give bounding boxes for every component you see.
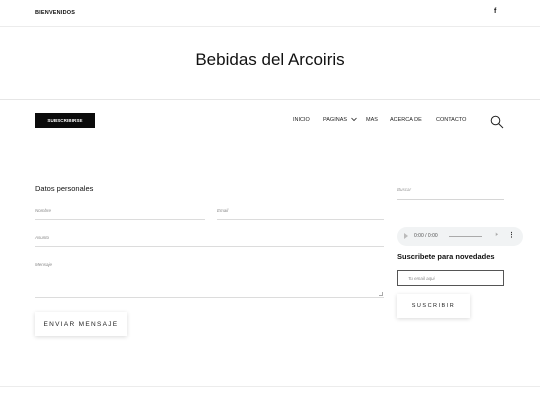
resize-handle[interactable] bbox=[379, 292, 383, 296]
more-options-icon[interactable]: ⋮ bbox=[508, 231, 515, 239]
nav-item-paginas-label: PAGINAS bbox=[323, 117, 348, 123]
name-field[interactable]: Nombre bbox=[35, 208, 205, 220]
audio-time: 0:00 / 0:00 bbox=[414, 233, 438, 239]
message-field[interactable]: Mensaje bbox=[35, 262, 384, 298]
site-title[interactable]: Bebidas del Arcoiris bbox=[0, 50, 540, 70]
nav-item-acerca[interactable]: ACERCA DE bbox=[390, 117, 422, 123]
main-navbar: SUBSCRIBIRSE INICIO PAGINAS MAS ACERCA D… bbox=[0, 99, 540, 143]
nav-item-contacto[interactable]: CONTACTO bbox=[436, 117, 466, 123]
welcome-text: BIENVENIDOS bbox=[35, 10, 76, 16]
newsletter-subscribe-button[interactable]: SUSCRIBIR bbox=[397, 294, 470, 318]
facebook-icon[interactable]: f bbox=[494, 8, 496, 15]
sidebar-search-input[interactable]: Buscar bbox=[397, 186, 504, 200]
footer-divider bbox=[0, 386, 540, 387]
newsletter-title: Suscribete para novedades bbox=[397, 252, 495, 261]
play-icon[interactable] bbox=[404, 233, 408, 239]
nav-item-paginas[interactable]: PAGINAS bbox=[323, 117, 357, 123]
name-placeholder: Nombre bbox=[35, 208, 52, 213]
chevron-down-icon bbox=[350, 117, 357, 122]
audio-player: 0:00 / 0:00 🕨 ⋮ bbox=[397, 227, 523, 246]
search-icon[interactable] bbox=[490, 115, 504, 129]
subject-placeholder: Asunto bbox=[35, 235, 50, 240]
nav-item-inicio[interactable]: INICIO bbox=[293, 117, 310, 123]
contact-form-title: Datos personales bbox=[35, 184, 94, 193]
nav-item-mas[interactable]: MAS bbox=[366, 117, 378, 123]
email-placeholder: Email bbox=[217, 208, 229, 213]
newsletter-email-placeholder: Tu email aqui bbox=[408, 276, 435, 281]
top-bar: BIENVENIDOS f bbox=[0, 0, 540, 27]
subject-field[interactable]: Asunto bbox=[35, 235, 384, 247]
newsletter-email-input[interactable]: Tu email aqui bbox=[397, 270, 504, 286]
send-message-button[interactable]: ENVIAR MENSAJE bbox=[35, 312, 127, 336]
volume-icon[interactable]: 🕨 bbox=[494, 232, 498, 239]
sidebar-search-placeholder: Buscar bbox=[397, 187, 412, 192]
message-placeholder: Mensaje bbox=[35, 262, 53, 267]
email-field[interactable]: Email bbox=[217, 208, 384, 220]
subscribe-button[interactable]: SUBSCRIBIRSE bbox=[35, 113, 95, 128]
audio-progress-bar[interactable] bbox=[449, 236, 482, 237]
